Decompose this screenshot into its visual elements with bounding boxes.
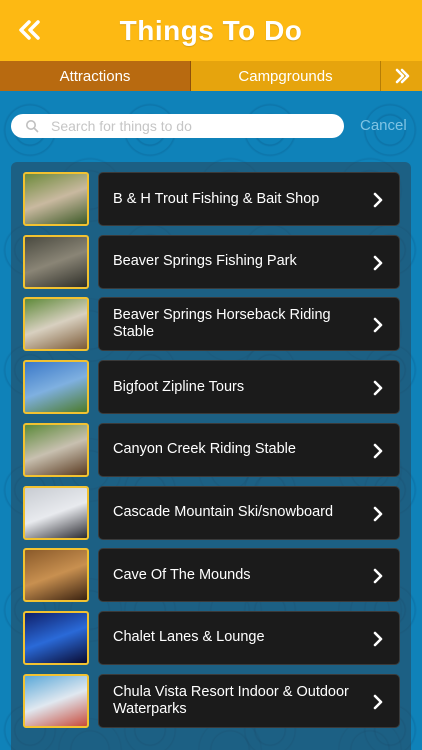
chevron-right-icon: [373, 380, 383, 396]
thumbnail-image: [23, 548, 89, 603]
chevron-right-icon: [373, 631, 383, 647]
list-item[interactable]: Chalet Lanes & Lounge: [23, 610, 400, 665]
chevron-right-icon: [373, 694, 383, 709]
list-item-label: Beaver Springs Fishing Park: [113, 253, 297, 270]
thumbnail-image: [23, 234, 89, 289]
list-item[interactable]: Beaver Springs Fishing Park: [23, 234, 400, 289]
tab-bar: Attractions Campgrounds: [0, 61, 422, 91]
tab-attractions[interactable]: Attractions: [0, 61, 191, 91]
thumbnail-image: [23, 360, 89, 415]
list-item[interactable]: Beaver Springs Horseback Riding Stable: [23, 297, 400, 352]
chevron-right-icon: [373, 255, 383, 270]
list-item[interactable]: Cascade Mountain Ski/snowboard: [23, 485, 400, 540]
list-item-label: Canyon Creek Riding Stable: [113, 441, 296, 458]
list-item-card[interactable]: Canyon Creek Riding Stable: [98, 422, 400, 477]
search-box[interactable]: [11, 114, 344, 138]
double-chevron-left-icon: [19, 20, 40, 40]
list-item-card[interactable]: Beaver Springs Horseback Riding Stable: [98, 297, 400, 352]
list-item-label: Cascade Mountain Ski/snowboard: [113, 504, 334, 520]
list-item[interactable]: Cave Of The Mounds: [23, 548, 400, 603]
thumbnail-image: [23, 485, 89, 540]
chevron-right-icon: [373, 192, 383, 208]
search-input[interactable]: [51, 118, 331, 134]
search-icon: [26, 120, 39, 133]
thumbnail-image: [23, 172, 89, 226]
list-item-label: Bigfoot Zipline Tours: [113, 378, 245, 395]
cancel-button[interactable]: Cancel: [360, 117, 407, 134]
list-item-card[interactable]: Chalet Lanes & Lounge: [98, 610, 400, 665]
thumbnail-image: [23, 673, 89, 728]
search-row: Cancel: [0, 91, 422, 159]
list-item-label: Chalet Lanes & Lounge: [113, 629, 265, 646]
list-item-card[interactable]: Bigfoot Zipline Tours: [98, 360, 400, 415]
chevron-right-icon: [373, 506, 383, 521]
thumbnail-image: [23, 297, 89, 352]
chevron-right-icon: [373, 443, 383, 459]
tabs-next-button[interactable]: [381, 61, 422, 91]
list-item[interactable]: Canyon Creek Riding Stable: [23, 422, 400, 477]
list-item-card[interactable]: Cave Of The Mounds: [98, 548, 400, 603]
chevron-right-icon: [373, 318, 383, 333]
chevron-right-icon: [373, 568, 383, 584]
attractions-list: B & H Trout Fishing & Bait Shop Beaver Sp…: [11, 162, 411, 750]
list-item[interactable]: Chula Vista Resort Indoor & Outdoor Wate…: [23, 673, 400, 728]
list-item-card[interactable]: Beaver Springs Fishing Park: [98, 234, 400, 289]
list-item-label: Chula Vista Resort Indoor & Outdoor Wate…: [113, 683, 349, 717]
list-item[interactable]: Bigfoot Zipline Tours: [23, 360, 400, 415]
list-item-label: Beaver Springs Horseback Riding Stable: [113, 307, 331, 341]
page-title: Things To Do: [119, 14, 303, 46]
list-item-card[interactable]: B & H Trout Fishing & Bait Shop: [98, 172, 400, 226]
list-item-label: Cave Of The Mounds: [113, 566, 251, 583]
double-chevron-right-icon: [395, 68, 409, 84]
header-bar: Things To Do: [0, 0, 422, 61]
list-item-card[interactable]: Chula Vista Resort Indoor & Outdoor Wate…: [98, 673, 400, 728]
thumbnail-image: [23, 610, 89, 665]
list-item-label: B & H Trout Fishing & Bait Shop: [113, 190, 320, 207]
tab-campgrounds[interactable]: Campgrounds: [191, 61, 381, 91]
list-item-card[interactable]: Cascade Mountain Ski/snowboard: [98, 485, 400, 540]
thumbnail-image: [23, 422, 89, 477]
back-button[interactable]: [16, 16, 44, 44]
list-item[interactable]: B & H Trout Fishing & Bait Shop: [23, 172, 400, 226]
